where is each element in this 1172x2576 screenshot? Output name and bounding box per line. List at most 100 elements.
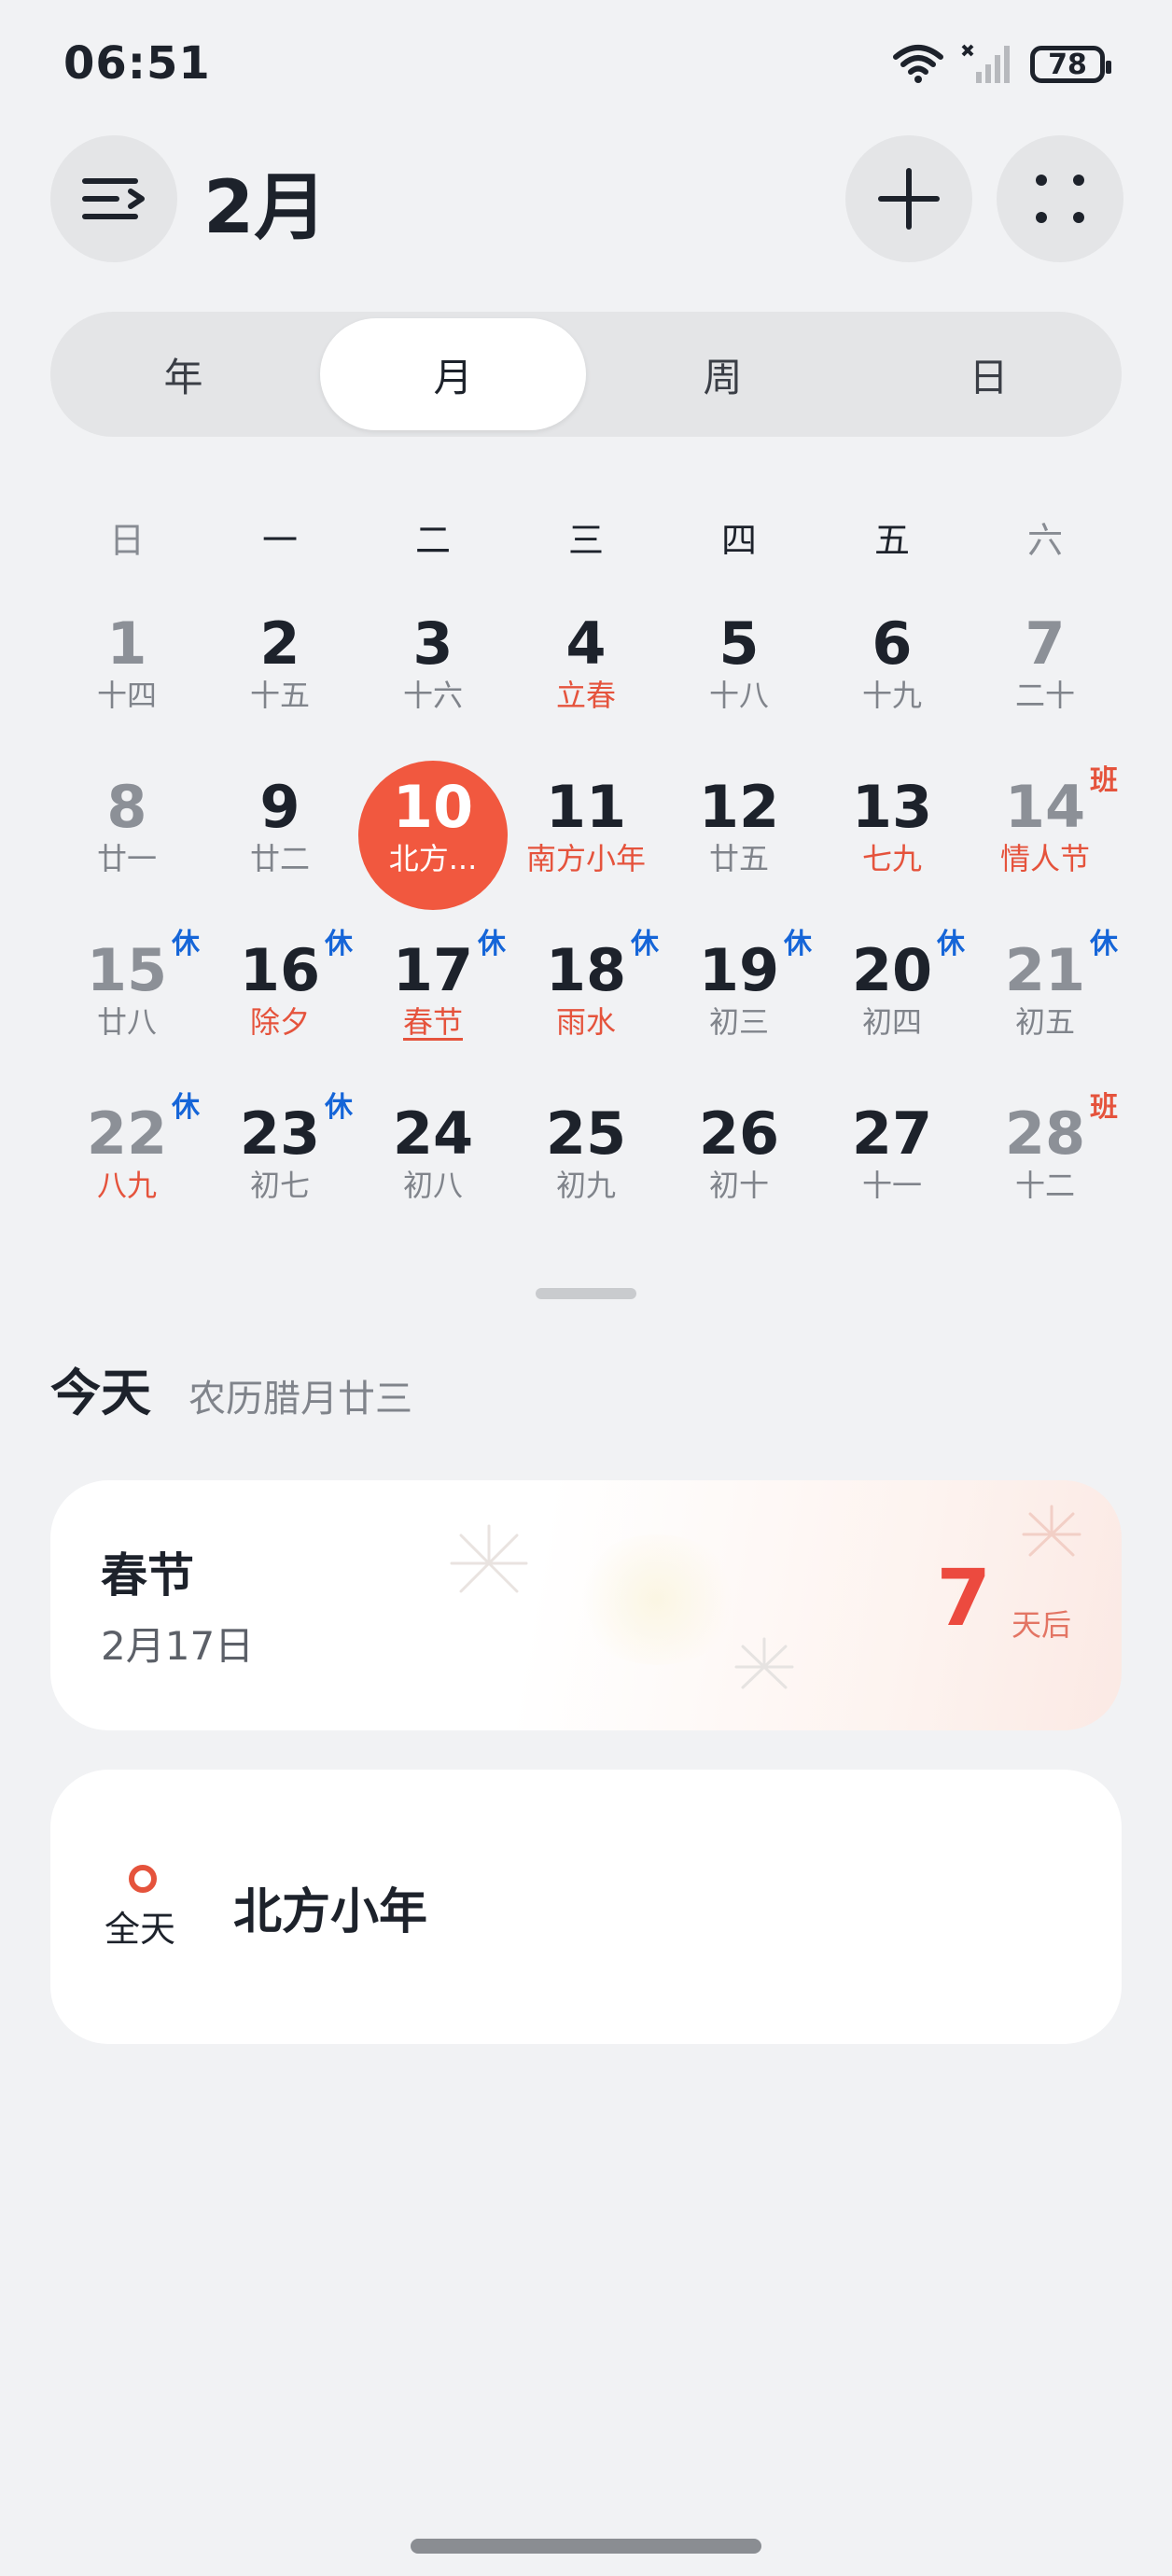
tab-month[interactable]: 月 bbox=[320, 318, 586, 430]
tab-year[interactable]: 年 bbox=[50, 318, 316, 430]
weekday-label: 二 bbox=[414, 520, 451, 561]
lunar-label: 十一 bbox=[861, 1168, 922, 1203]
holiday-badge: 休 bbox=[172, 928, 200, 960]
more-button[interactable] bbox=[997, 135, 1123, 262]
day-number: 3 bbox=[412, 609, 453, 678]
calendar-day[interactable]: 3 十六 bbox=[356, 607, 509, 770]
lunar-label: 立春 bbox=[555, 678, 616, 713]
day-number: 8 bbox=[106, 773, 147, 841]
event-card[interactable]: 全天 北方小年 bbox=[50, 1770, 1122, 2044]
calendar-day[interactable]: 18 雨水休 bbox=[509, 928, 663, 1097]
lunar-label: 情人节 bbox=[999, 841, 1090, 876]
menu-button[interactable] bbox=[50, 135, 177, 262]
holiday-badge: 休 bbox=[478, 928, 506, 960]
day-number: 25 bbox=[545, 1099, 627, 1168]
calendar-day[interactable]: 24 初八 bbox=[356, 1097, 509, 1260]
status-icons: 78 bbox=[892, 41, 1111, 88]
battery-icon: 78 bbox=[1030, 46, 1111, 83]
weekday-label: 五 bbox=[873, 520, 910, 561]
event-title: 北方小年 bbox=[233, 1884, 428, 1940]
lunar-label: 初五 bbox=[1014, 1004, 1075, 1040]
calendar-day[interactable]: 2 十五 bbox=[203, 607, 356, 770]
lunar-label: 二十 bbox=[1014, 678, 1075, 713]
no-signal-icon bbox=[961, 44, 1010, 83]
weekday-label: 六 bbox=[1026, 520, 1063, 561]
lunar-label: 初十 bbox=[708, 1168, 769, 1203]
drag-handle[interactable] bbox=[536, 1288, 636, 1299]
calendar-day[interactable]: 27 十一 bbox=[816, 1097, 969, 1260]
day-number: 10 bbox=[392, 773, 474, 841]
day-number: 6 bbox=[872, 609, 913, 678]
home-indicator[interactable] bbox=[411, 2539, 761, 2554]
calendar-day[interactable]: 11 南方小年 bbox=[509, 770, 663, 933]
calendar-day[interactable]: 15 廿八休 bbox=[50, 928, 203, 1097]
calendar-day[interactable]: 14 情人节班 bbox=[969, 764, 1122, 933]
menu-icon bbox=[82, 178, 145, 219]
calendar-day[interactable]: 1 十四 bbox=[50, 607, 203, 770]
calendar-day[interactable]: 17 春节休 bbox=[356, 928, 509, 1097]
day-number: 27 bbox=[851, 1099, 933, 1168]
weekday-label: 四 bbox=[720, 520, 757, 561]
calendar-day-today[interactable]: 10 北方... bbox=[356, 761, 509, 933]
lunar-label: 廿一 bbox=[96, 841, 157, 876]
weekday-label: 一 bbox=[261, 520, 298, 561]
holiday-badge: 休 bbox=[172, 1091, 200, 1124]
holiday-badge: 休 bbox=[325, 928, 353, 960]
plus-icon bbox=[878, 168, 940, 230]
lunar-label: 十八 bbox=[708, 678, 769, 713]
calendar-day[interactable]: 13 七九 bbox=[816, 770, 969, 933]
calendar-day[interactable]: 21 初五休 bbox=[969, 928, 1122, 1097]
lunar-label: 初九 bbox=[555, 1168, 616, 1203]
lunar-label: 十五 bbox=[249, 678, 310, 713]
lunar-label: 十九 bbox=[861, 678, 922, 713]
calendar-day[interactable]: 16 除夕休 bbox=[203, 928, 356, 1097]
calendar-day[interactable]: 4 立春 bbox=[509, 607, 663, 770]
day-number: 7 bbox=[1025, 609, 1066, 678]
calendar-day[interactable]: 12 廿五 bbox=[663, 770, 816, 933]
countdown-unit: 天后 bbox=[1011, 1607, 1071, 1643]
day-number: 9 bbox=[259, 773, 300, 841]
day-number: 5 bbox=[719, 609, 760, 678]
holiday-badge: 休 bbox=[937, 928, 965, 960]
calendar-day[interactable]: 28 十二班 bbox=[969, 1091, 1122, 1260]
lunar-label: 十二 bbox=[1014, 1168, 1075, 1203]
calendar-day[interactable]: 26 初十 bbox=[663, 1097, 816, 1260]
firework-icon bbox=[734, 1637, 794, 1689]
calendar-day[interactable]: 6 十九 bbox=[816, 607, 969, 770]
holiday-badge: 休 bbox=[631, 928, 659, 960]
calendar-day[interactable]: 7 二十 bbox=[969, 607, 1122, 770]
calendar-day[interactable]: 8 廿一 bbox=[50, 770, 203, 933]
holiday-badge: 休 bbox=[325, 1091, 353, 1124]
event-color-dot bbox=[129, 1865, 157, 1893]
weekday-label: 日 bbox=[108, 520, 145, 561]
lunar-label: 七九 bbox=[861, 841, 922, 876]
tab-day[interactable]: 日 bbox=[856, 318, 1122, 430]
add-event-button[interactable] bbox=[845, 135, 972, 262]
firework-icon bbox=[450, 1524, 528, 1593]
lunar-label: 初三 bbox=[708, 1004, 769, 1040]
countdown-number: 7 bbox=[936, 1552, 991, 1644]
sun-glow-decoration bbox=[573, 1534, 741, 1665]
calendar-day[interactable]: 9 廿二 bbox=[203, 770, 356, 933]
calendar-day[interactable]: 25 初九 bbox=[509, 1097, 663, 1260]
day-number: 1 bbox=[106, 609, 147, 678]
day-number: 24 bbox=[392, 1099, 474, 1168]
calendar-day[interactable]: 23 初七休 bbox=[203, 1091, 356, 1260]
day-number: 11 bbox=[545, 773, 627, 841]
lunar-label: 除夕 bbox=[249, 1004, 310, 1040]
lunar-label: 北方... bbox=[388, 841, 478, 876]
festival-title: 春节 bbox=[101, 1548, 194, 1603]
day-number: 4 bbox=[565, 609, 607, 678]
calendar-day[interactable]: 19 初三休 bbox=[663, 928, 816, 1097]
calendar-day[interactable]: 22 八九休 bbox=[50, 1091, 203, 1260]
day-number: 12 bbox=[698, 773, 780, 841]
tab-week[interactable]: 周 bbox=[590, 318, 856, 430]
festival-countdown-card[interactable]: 春节 2月17日 7 天后 bbox=[50, 1480, 1122, 1730]
calendar-day[interactable]: 20 初四休 bbox=[816, 928, 969, 1097]
month-title[interactable]: 2月 bbox=[203, 149, 327, 254]
today-label: 今天 bbox=[50, 1364, 151, 1422]
lunar-label: 春节 bbox=[402, 1004, 463, 1040]
calendar-day[interactable]: 5 十八 bbox=[663, 607, 816, 770]
lunar-label: 初四 bbox=[861, 1004, 922, 1040]
wifi-icon bbox=[893, 45, 943, 83]
